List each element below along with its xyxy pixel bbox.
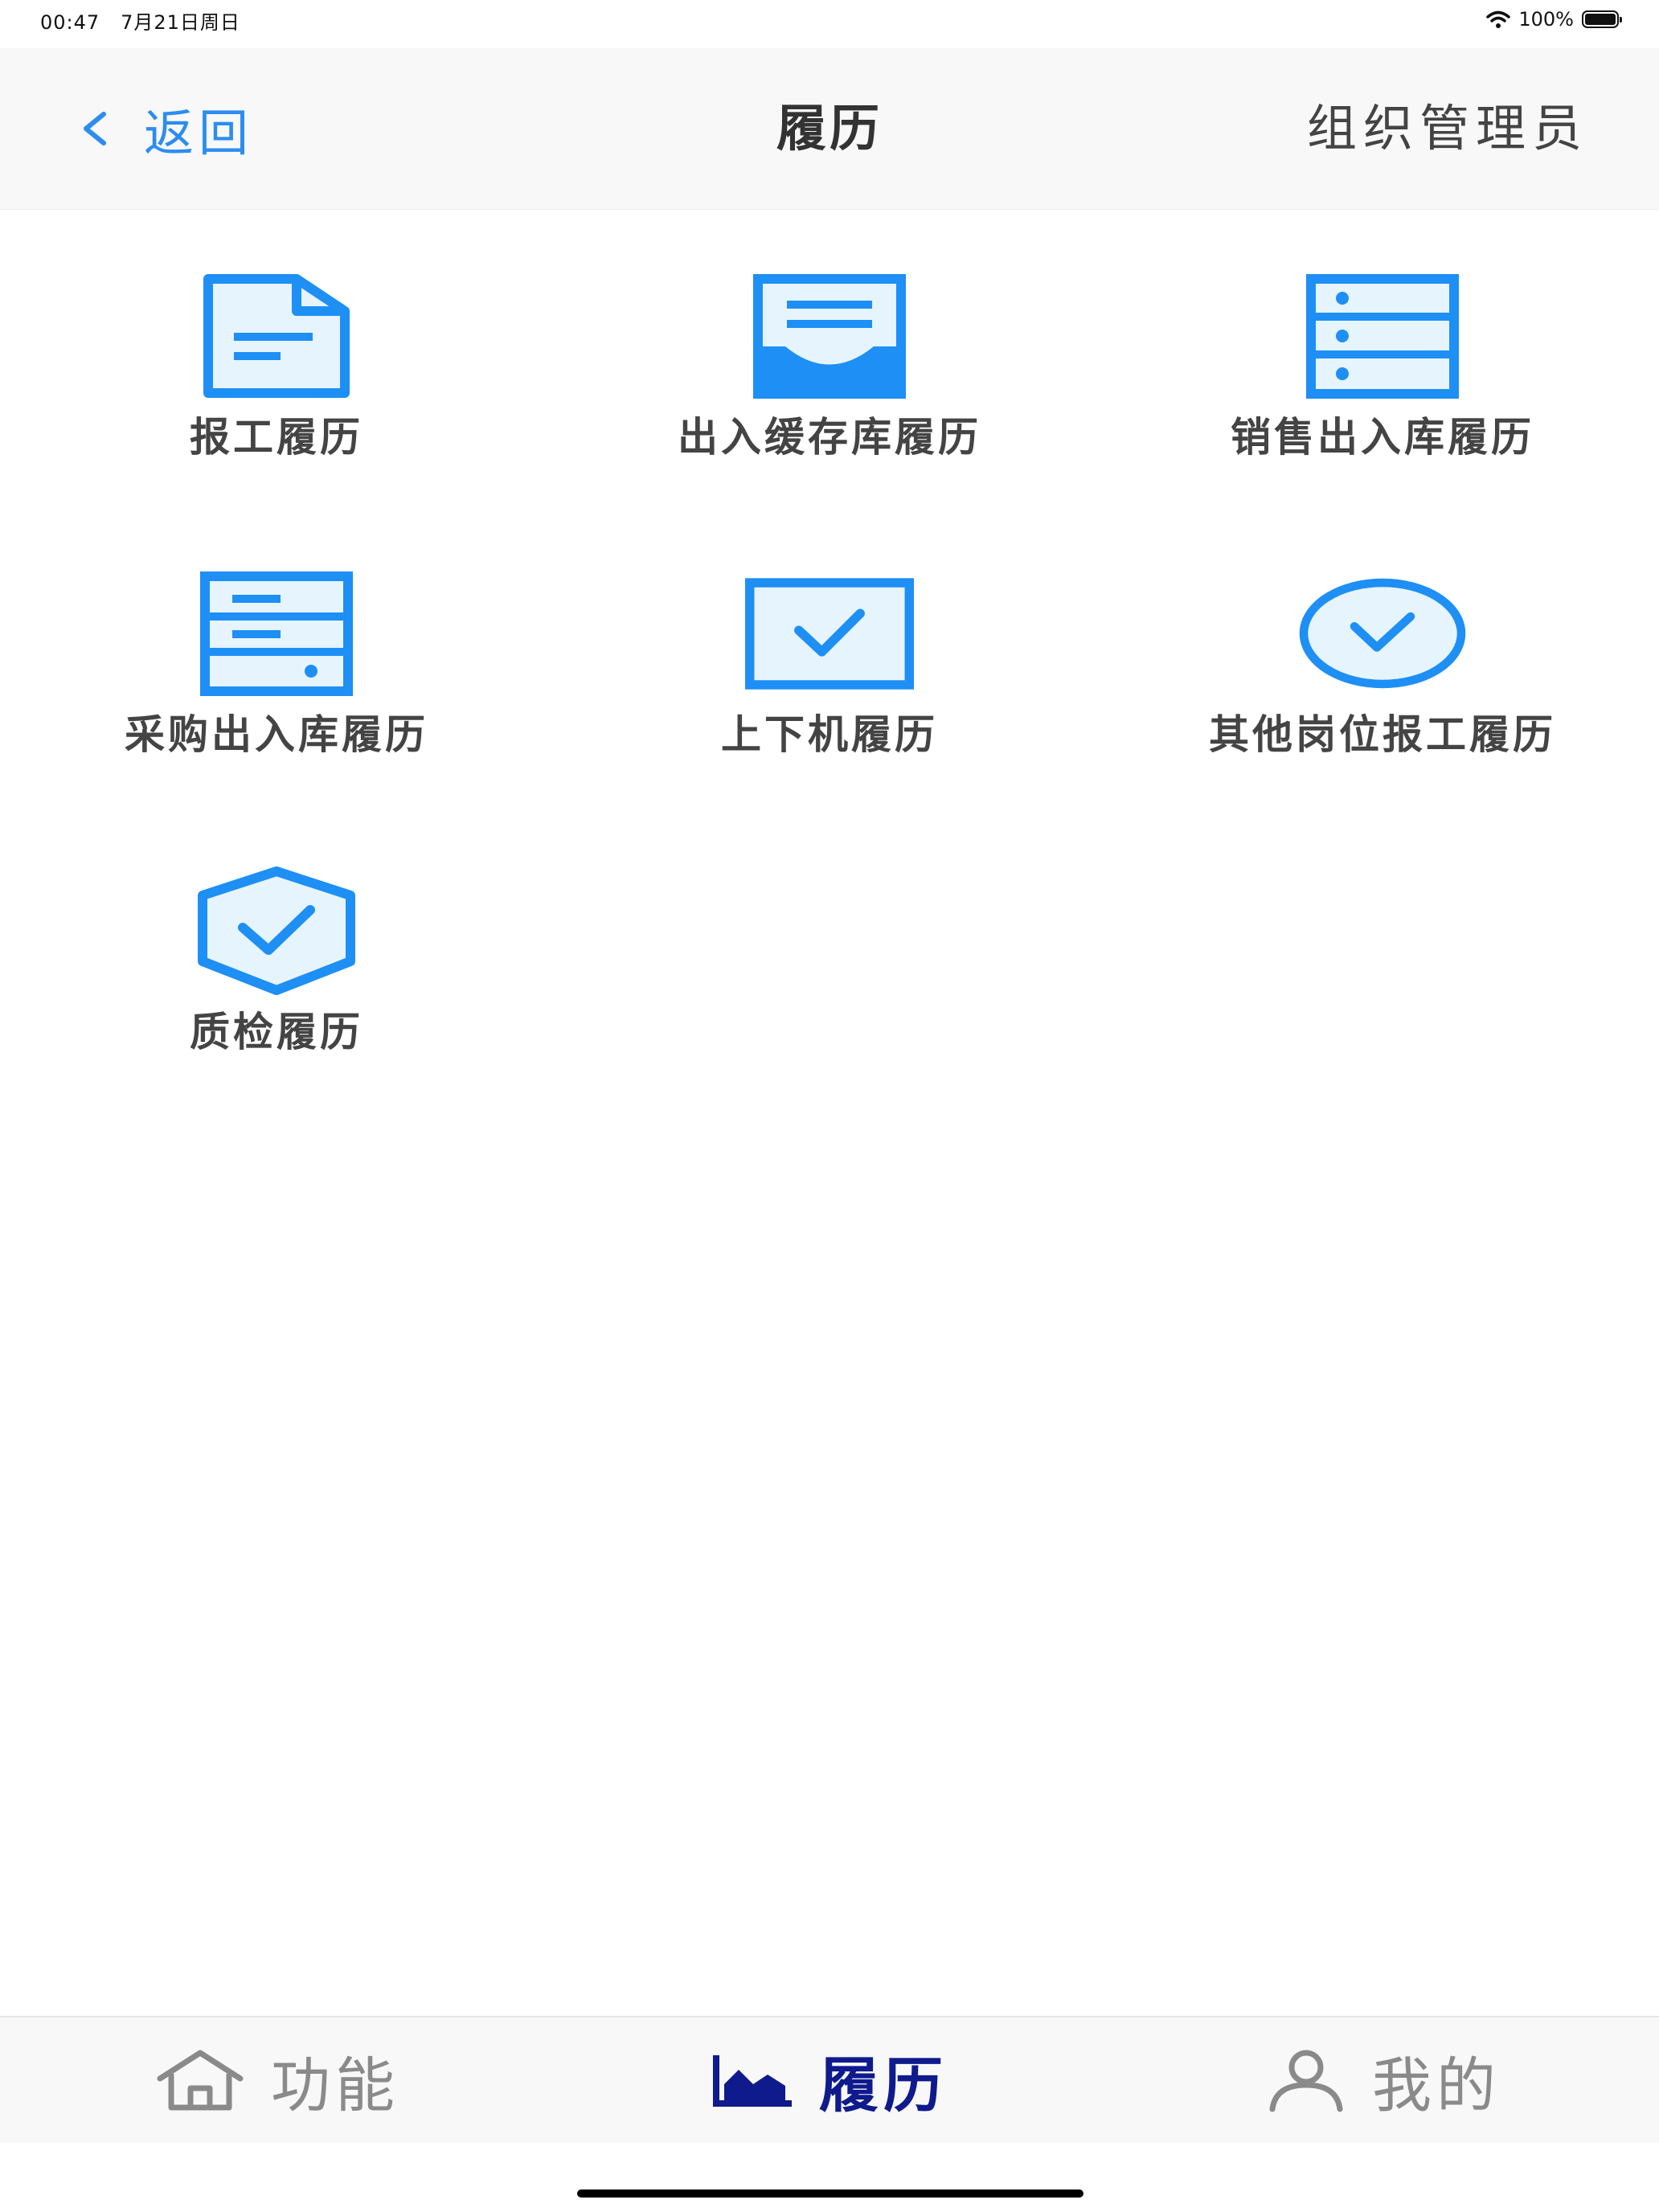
status-time: 00:47 7月21日周日: [40, 6, 240, 35]
grid-item-label: 采购出入库履历: [125, 711, 428, 758]
shield-check-icon: [198, 866, 355, 995]
battery-icon: [1582, 10, 1622, 28]
grid-item-buffer-history[interactable]: 出入缓存库履历: [553, 209, 1106, 506]
grid-item-label: 其他岗位报工履历: [1209, 711, 1556, 758]
status-clock: 00:47: [40, 11, 100, 34]
role-label: 组织管理员: [1306, 99, 1588, 158]
checkbox-icon: [745, 577, 914, 690]
grid-item-label: 出入缓存库履历: [678, 414, 981, 461]
grid-item-qc-history[interactable]: 质检履历: [0, 804, 553, 1101]
tab-label: 履历: [819, 2050, 948, 2120]
tab-label: 功能: [271, 2050, 399, 2120]
tab-bar: 功能 履历 我的: [0, 2016, 1659, 2143]
check-circle-icon: [1299, 578, 1466, 689]
history-grid: 报工履历 出入缓存库履历 销售出入库履历 采购出入库履历 上下机履历 其他岗位报…: [0, 209, 1659, 1101]
battery-percent: 100%: [1518, 8, 1574, 31]
grid-item-machine-history[interactable]: 上下机履历: [553, 506, 1106, 804]
wifi-icon: [1486, 10, 1511, 28]
tab-label: 我的: [1372, 2050, 1501, 2120]
grid-item-label: 报工履历: [190, 414, 363, 461]
document-icon: [203, 273, 350, 398]
user-icon: [1269, 2050, 1343, 2112]
home-indicator[interactable]: [577, 2189, 1083, 2198]
grid-item-label: 上下机履历: [721, 711, 938, 758]
tab-mine[interactable]: 我的: [1106, 2017, 1659, 2143]
grid-item-other-post-history[interactable]: 其他岗位报工履历: [1106, 506, 1659, 804]
grid-item-purchase-history[interactable]: 采购出入库履历: [0, 506, 553, 804]
area-chart-icon: [713, 2055, 792, 2107]
grid-item-sales-history[interactable]: 销售出入库履历: [1106, 209, 1659, 506]
nav-bar: 返回 履历 组织管理员: [0, 48, 1659, 210]
grid-item-label: 销售出入库履历: [1231, 414, 1534, 461]
grid-item-report-history[interactable]: 报工履历: [0, 209, 553, 506]
server-icon: [200, 571, 353, 696]
tab-functions[interactable]: 功能: [0, 2017, 553, 2143]
status-indicators: 100%: [1486, 5, 1622, 34]
inbox-tray-icon: [753, 273, 906, 399]
server-rack-icon: [1306, 273, 1459, 399]
status-bar: 00:47 7月21日周日 100%: [0, 0, 1659, 48]
tab-history[interactable]: 履历: [553, 2017, 1106, 2143]
status-date: 7月21日周日: [121, 11, 240, 34]
grid-item-label: 质检履历: [190, 1009, 363, 1055]
home-icon: [157, 2050, 244, 2111]
